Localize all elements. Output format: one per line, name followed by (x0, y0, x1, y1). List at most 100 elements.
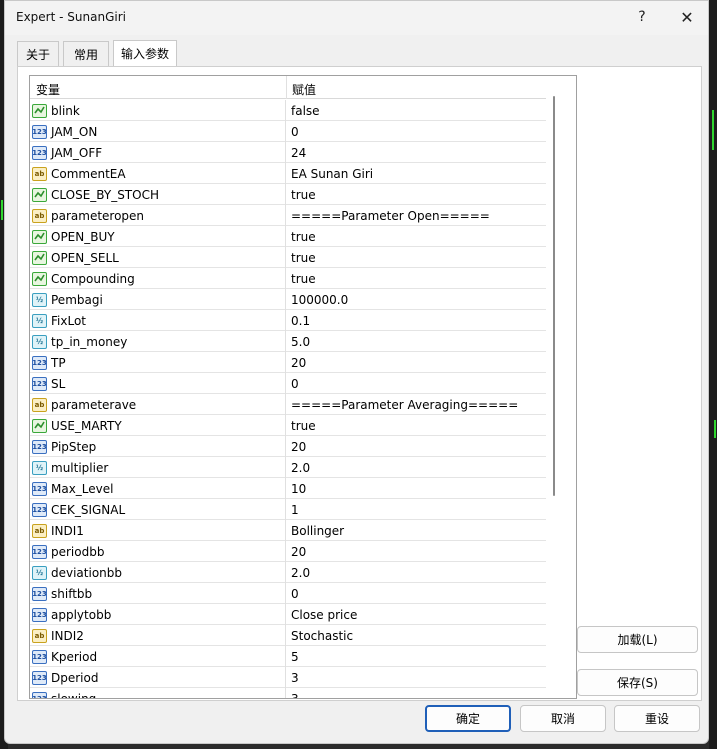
table-row[interactable]: OPEN_BUY true (30, 226, 546, 247)
table-row[interactable]: ab parameteropen =====Parameter Open===== (30, 205, 546, 226)
table-row[interactable]: 123 PipStep 20 (30, 436, 546, 457)
value-cell[interactable]: 2.0 (287, 562, 546, 583)
help-button[interactable]: ? (622, 5, 662, 29)
table-row[interactable]: ab CommentEA EA Sunan Giri (30, 163, 546, 184)
int-123-icon: 123 (32, 481, 47, 496)
value-cell[interactable]: =====Parameter Open===== (287, 205, 546, 226)
value-cell[interactable]: 24 (287, 142, 546, 163)
close-button[interactable]: ✕ (667, 5, 707, 29)
parameters-grid: 变量 赋值 blink false 123 JAM_ON 0 123 JAM_OFF 24 ab… (29, 75, 577, 699)
column-header-value[interactable]: 赋值 (292, 81, 316, 98)
title-bar[interactable]: Expert - SunanGiri ? ✕ (5, 1, 708, 35)
value-cell[interactable]: 3 (287, 688, 546, 699)
background-chart-right (709, 0, 717, 749)
table-row[interactable]: 123 slowing 3 (30, 688, 546, 699)
variable-name: Kperiod (51, 649, 98, 664)
table-row[interactable]: ½ Pembagi 100000.0 (30, 289, 546, 310)
variable-name: Max_Level (51, 481, 114, 496)
table-row[interactable]: 123 TP 20 (30, 352, 546, 373)
variable-cell: 123 Dperiod (30, 667, 286, 688)
table-row[interactable]: 123 periodbb 20 (30, 541, 546, 562)
ok-button[interactable]: 确定 (425, 705, 511, 732)
value-cell[interactable]: Stochastic (287, 625, 546, 646)
value-cell[interactable]: EA Sunan Giri (287, 163, 546, 184)
value-cell[interactable]: 3 (287, 667, 546, 688)
table-row[interactable]: 123 JAM_ON 0 (30, 121, 546, 142)
table-row[interactable]: 123 Kperiod 5 (30, 646, 546, 667)
vertical-scrollbar[interactable] (546, 76, 576, 698)
trend-bool-icon (32, 103, 47, 118)
cancel-button[interactable]: 取消 (520, 705, 606, 732)
variable-name: OPEN_BUY (51, 229, 115, 244)
table-row[interactable]: OPEN_SELL true (30, 247, 546, 268)
variable-name: JAM_ON (51, 124, 98, 139)
scrollbar-thumb[interactable] (553, 96, 555, 496)
value-cell[interactable]: 20 (287, 541, 546, 562)
tab-common[interactable]: 常用 (63, 41, 109, 66)
table-row[interactable]: 123 shiftbb 0 (30, 583, 546, 604)
window-title: Expert - SunanGiri (16, 10, 126, 24)
table-row[interactable]: 123 JAM_OFF 24 (30, 142, 546, 163)
table-row[interactable]: USE_MARTY true (30, 415, 546, 436)
variable-name: parameteropen (51, 208, 145, 223)
value-cell[interactable]: false (287, 100, 546, 121)
column-header-variable[interactable]: 变量 (36, 81, 60, 98)
value-cell[interactable]: true (287, 415, 546, 436)
value-cell[interactable]: true (287, 184, 546, 205)
table-row[interactable]: ab parameterave =====Parameter Averaging==… (30, 394, 546, 415)
table-row[interactable]: ½ multiplier 2.0 (30, 457, 546, 478)
load-button[interactable]: 加载(L) (577, 626, 698, 653)
value-cell[interactable]: 5 (287, 646, 546, 667)
variable-cell: 123 shiftbb (30, 583, 286, 604)
variable-name: CEK_SIGNAL (51, 502, 126, 517)
variable-name: CLOSE_BY_STOCH (51, 187, 159, 202)
value-cell[interactable]: 5.0 (287, 331, 546, 352)
int-123-icon: 123 (32, 586, 47, 601)
table-row[interactable]: ½ FixLot 0.1 (30, 310, 546, 331)
trend-bool-icon (32, 229, 47, 244)
value-cell[interactable]: 0 (287, 373, 546, 394)
tab-about[interactable]: 关于 (17, 41, 59, 66)
value-cell[interactable]: 20 (287, 436, 546, 457)
value-cell[interactable]: 2.0 (287, 457, 546, 478)
reset-button[interactable]: 重设 (614, 705, 700, 732)
save-button[interactable]: 保存(S) (577, 669, 698, 696)
value-cell[interactable]: 100000.0 (287, 289, 546, 310)
int-123-icon: 123 (32, 355, 47, 370)
value-cell[interactable]: true (287, 226, 546, 247)
value-cell[interactable]: true (287, 247, 546, 268)
value-cell[interactable]: 0.1 (287, 310, 546, 331)
value-cell[interactable]: 10 (287, 478, 546, 499)
value-cell[interactable]: 20 (287, 352, 546, 373)
table-row[interactable]: 123 applytobb Close price (30, 604, 546, 625)
table-row[interactable]: ab INDI1 Bollinger (30, 520, 546, 541)
variable-cell: ½ multiplier (30, 457, 286, 478)
variable-cell: ½ Pembagi (30, 289, 286, 310)
table-row[interactable]: 123 Dperiod 3 (30, 667, 546, 688)
value-cell[interactable]: true (287, 268, 546, 289)
table-row[interactable]: ½ tp_in_money 5.0 (30, 331, 546, 352)
value-cell[interactable]: Bollinger (287, 520, 546, 541)
string-ab-icon: ab (32, 397, 47, 412)
value-cell[interactable]: =====Parameter Averaging===== (287, 394, 546, 415)
double-icon: ½ (32, 313, 47, 328)
table-row[interactable]: CLOSE_BY_STOCH true (30, 184, 546, 205)
string-ab-icon: ab (32, 166, 47, 181)
tab-inputs[interactable]: 输入参数 (113, 40, 177, 66)
table-row[interactable]: 123 CEK_SIGNAL 1 (30, 499, 546, 520)
table-row[interactable]: ab INDI2 Stochastic (30, 625, 546, 646)
value-cell[interactable]: 1 (287, 499, 546, 520)
variable-cell: 123 SL (30, 373, 286, 394)
value-cell[interactable]: Close price (287, 604, 546, 625)
table-row[interactable]: ½ deviationbb 2.0 (30, 562, 546, 583)
table-row[interactable]: blink false (30, 100, 546, 121)
value-cell[interactable]: 0 (287, 121, 546, 142)
value-cell[interactable]: 0 (287, 583, 546, 604)
table-row[interactable]: 123 Max_Level 10 (30, 478, 546, 499)
table-row[interactable]: 123 SL 0 (30, 373, 546, 394)
trend-bool-icon (32, 187, 47, 202)
table-row[interactable]: Compounding true (30, 268, 546, 289)
chart-candle (712, 110, 714, 150)
column-divider[interactable] (286, 76, 287, 99)
trend-bool-icon (32, 250, 47, 265)
